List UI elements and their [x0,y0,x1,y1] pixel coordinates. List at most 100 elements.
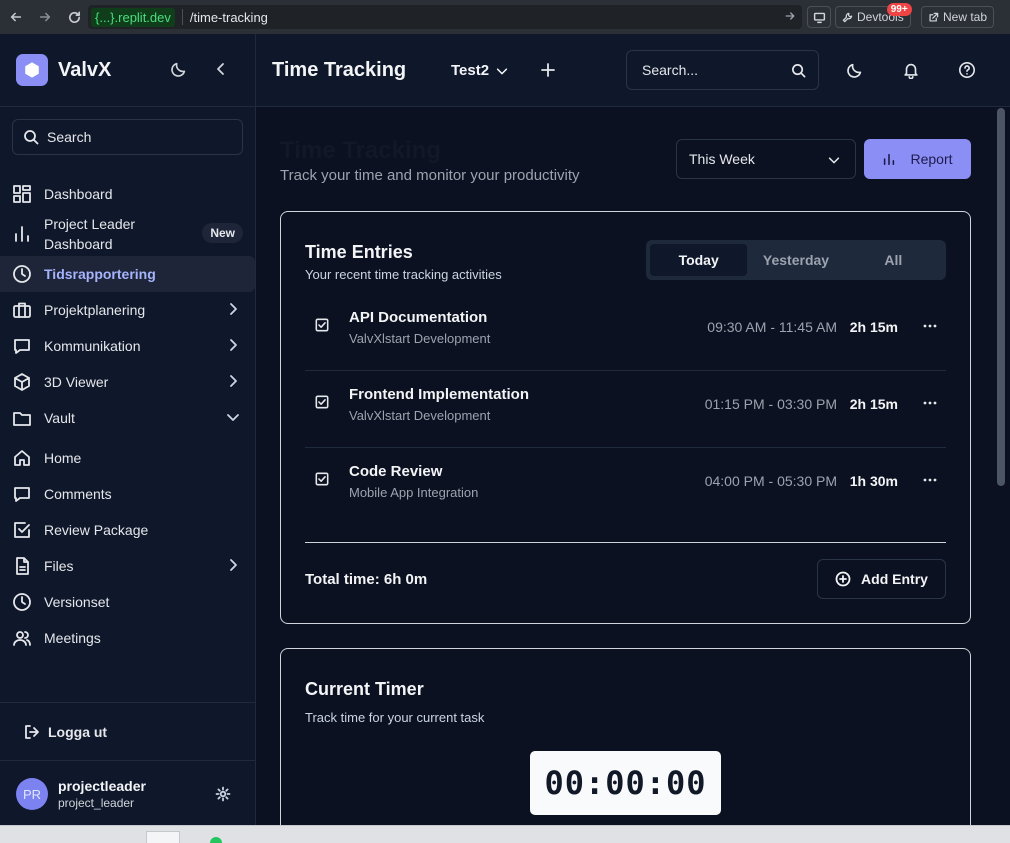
new-tab-label: New tab [943,10,988,24]
avatar: PR [16,778,48,810]
main-heading: Time Tracking [280,137,441,164]
go-arrow-icon[interactable] [784,10,796,22]
brand[interactable]: ValvX [16,54,111,86]
history-icon [13,593,31,611]
sidebar-item-versionset[interactable]: Versionset [0,584,255,620]
entry-project: ValvXlstart Development [349,408,491,423]
tab-today[interactable]: Today [650,244,748,276]
reload-icon[interactable] [61,4,87,30]
external-link-icon [929,12,939,22]
check-square-icon [14,522,30,538]
header-search-input[interactable]: Search... [626,50,819,90]
card-title: Time Entries [305,242,413,262]
bar-chart-icon [15,226,29,242]
time-entries-card: Time Entries Your recent time tracking a… [280,211,971,624]
back-icon[interactable] [3,4,29,30]
file-icon [16,557,29,575]
brand-name: ValvX [58,58,112,81]
sidebar-item-label: Projektplanering [44,302,146,318]
entry-duration: 2h 15m [849,319,898,335]
gear-icon[interactable] [215,786,231,802]
browser-toolbar: {...}.replit.dev /time-tracking Devtools… [0,0,1010,34]
sidebar-item-home[interactable]: Home [0,440,255,476]
new-tab-button[interactable]: New tab [921,6,995,28]
check-square-icon [315,318,329,332]
sidebar-item-label: Tidsrapportering [44,266,156,282]
card-subtitle: Track time for your current task [305,710,485,725]
sidebar-item-vault[interactable]: Vault [0,400,255,436]
sidebar-item-label: Meetings [44,630,101,646]
more-horizontal-icon[interactable] [922,395,938,411]
total-time: Total time: 6h 0m [305,571,428,588]
entry-name: Frontend Implementation [349,386,529,403]
logout-label: Logga ut [48,724,108,740]
add-entry-button[interactable]: Add Entry [817,559,946,599]
sidebar-item-tidsrapportering[interactable]: Tidsrapportering [0,256,255,292]
sidebar: ValvX Search Dashboard Project Leader Das… [0,34,256,825]
sidebar-item-label: Comments [44,486,112,502]
plus-circle-icon [835,571,851,587]
sidebar-item-project-leader-dashboard[interactable]: Project Leader Dashboard New [0,212,255,256]
search-icon [24,130,39,145]
dashboard-icon [13,185,31,203]
check-square-icon [315,472,329,486]
devtools-button[interactable]: Devtools 99+ [835,3,912,28]
sidebar-item-comments[interactable]: Comments [0,476,255,512]
timer-display: 00:00:00 [530,751,721,815]
entry-duration: 1h 30m [849,473,898,489]
chevron-down-icon [227,414,239,421]
collapse-chevron-left-icon[interactable] [213,60,235,82]
top-header: Time Tracking Test2 Search... [256,34,1010,107]
sidebar-search[interactable]: Search [12,119,243,155]
main-subtitle: Track your time and monitor your product… [280,167,580,184]
home-icon [14,450,30,466]
chevron-right-icon [230,303,237,315]
sidebar-item-projektplanering[interactable]: Projektplanering [0,292,255,328]
url-host: {...}.replit.dev [91,7,175,27]
search-icon [792,64,806,78]
more-horizontal-icon[interactable] [922,472,938,488]
forward-icon[interactable] [32,4,58,30]
logout-button[interactable]: Logga ut [24,724,107,740]
user-profile[interactable]: PR projectleader project_leader [16,778,146,810]
period-select[interactable]: This Week [676,139,856,179]
message-icon [14,339,30,354]
bar-chart-icon [884,153,895,166]
sidebar-item-label: Home [44,450,82,466]
clock-icon [13,265,31,283]
sidebar-item-3d-viewer[interactable]: 3D Viewer [0,364,255,400]
entry-project: ValvXlstart Development [349,331,491,346]
list-item: Frontend Implementation ValvXlstart Deve… [305,371,946,448]
add-project-plus-icon[interactable] [540,62,556,78]
report-button[interactable]: Report [864,139,971,179]
tab-all[interactable]: All [845,244,942,276]
sidebar-item-label: Files [44,558,74,574]
sidebar-item-kommunikation[interactable]: Kommunikation [0,328,255,364]
project-selector[interactable]: Test2 [451,62,509,79]
page-title: Time Tracking [272,59,407,81]
sidebar-item-review-package[interactable]: Review Package [0,512,255,548]
theme-toggle-moon-icon[interactable] [170,60,192,82]
user-handle: project_leader [58,796,135,810]
moon-icon[interactable] [846,61,864,79]
bell-icon[interactable] [902,61,920,79]
sidebar-item-files[interactable]: Files [0,548,255,584]
current-timer-card: Current Timer Track time for your curren… [280,648,971,825]
new-badge: New [202,223,243,243]
comment-icon [14,487,30,502]
sidebar-item-label: Dashboard [44,186,113,202]
entry-time: 09:30 AM - 11:45 AM [707,319,837,335]
logo-icon [16,54,48,86]
entry-duration: 2h 15m [849,396,898,412]
screen-icon[interactable] [807,6,831,28]
check-square-icon [315,395,329,409]
help-icon[interactable] [958,61,976,79]
sidebar-item-meetings[interactable]: Meetings [0,620,255,656]
header-search-placeholder: Search... [642,62,699,78]
scrollbar-thumb[interactable] [997,108,1005,486]
more-horizontal-icon[interactable] [922,318,938,334]
tab-yesterday[interactable]: Yesterday [747,244,844,276]
address-bar[interactable]: {...}.replit.dev /time-tracking [88,5,802,29]
card-subtitle: Your recent time tracking activities [305,267,502,282]
sidebar-item-dashboard[interactable]: Dashboard [0,176,255,212]
